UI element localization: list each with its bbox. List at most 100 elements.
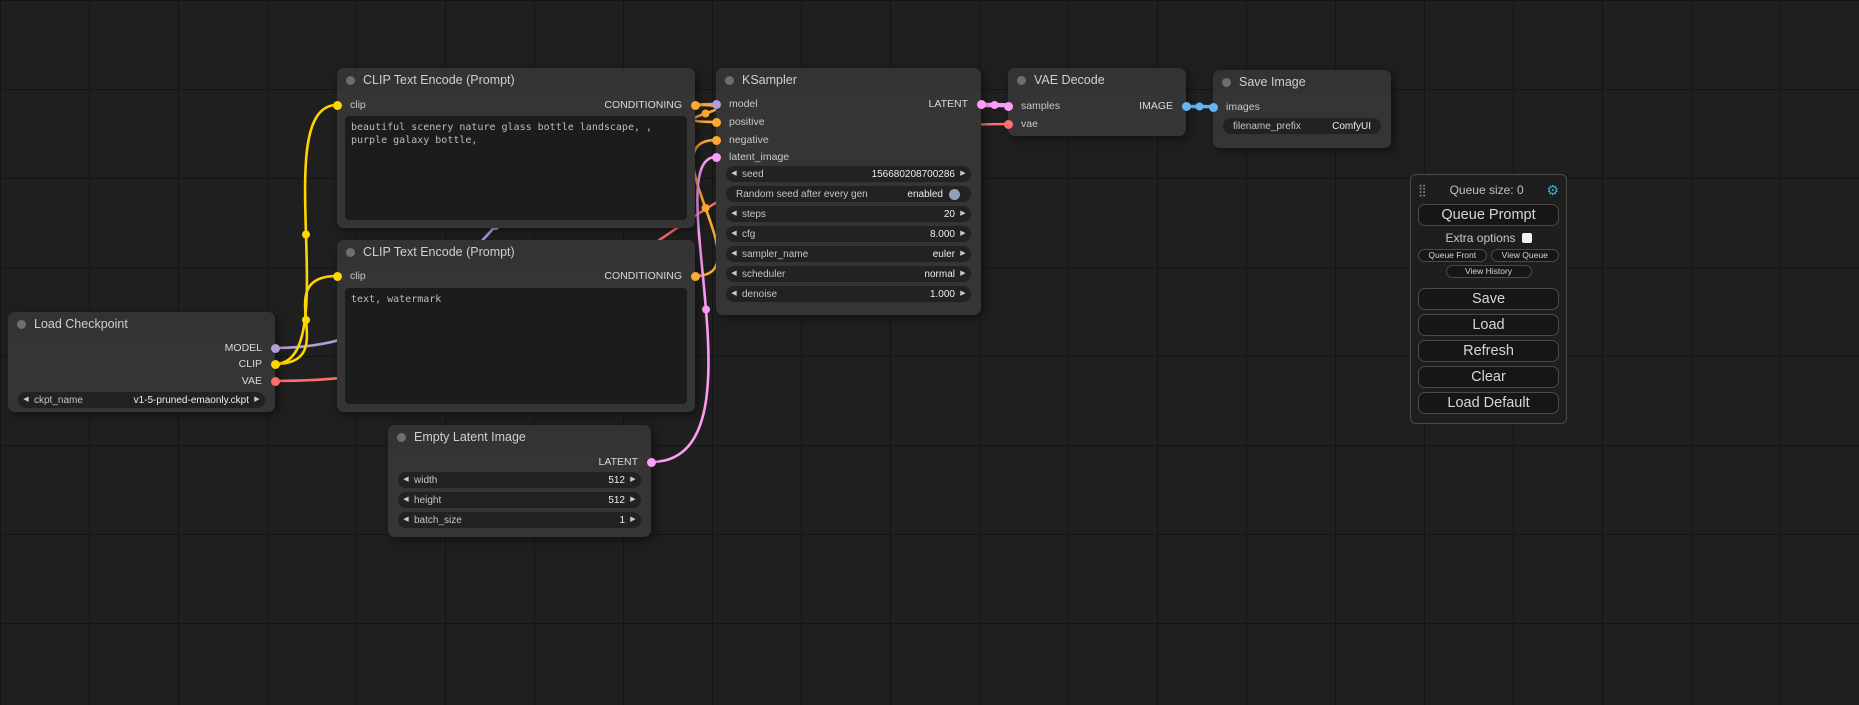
decrement-arrow-icon[interactable]: ◀ — [18, 392, 34, 408]
collapse-dot-icon[interactable] — [397, 433, 406, 442]
gear-icon[interactable]: ⚙ — [1546, 183, 1559, 197]
node-title-bar[interactable]: Save Image — [1213, 70, 1391, 95]
node-title-bar[interactable]: Load Checkpoint — [8, 312, 275, 337]
queue-prompt-button[interactable]: Queue Prompt — [1418, 204, 1559, 226]
latent-port-dot[interactable] — [977, 100, 986, 109]
ckpt-name-widget[interactable]: ◀ ckpt_name v1-5-pruned-emaonly.ckpt ▶ — [18, 392, 265, 408]
refresh-button[interactable]: Refresh — [1418, 340, 1559, 362]
node-graph-canvas[interactable]: Load Checkpoint MODEL CLIP VAE ◀ ckpt_na… — [0, 0, 1859, 705]
increment-arrow-icon[interactable]: ▶ — [249, 392, 265, 408]
increment-arrow-icon[interactable]: ▶ — [955, 166, 971, 182]
scheduler-widget[interactable]: ◀ scheduler normal ▶ — [726, 266, 971, 282]
clip-port-dot[interactable] — [271, 360, 280, 369]
seed-widget[interactable]: ◀ seed 156680208700286 ▶ — [726, 166, 971, 182]
queue-front-button[interactable]: Queue Front — [1418, 249, 1487, 262]
latent-port-dot[interactable] — [712, 153, 721, 162]
conditioning-port-dot[interactable] — [712, 136, 721, 145]
collapse-dot-icon[interactable] — [1017, 76, 1026, 85]
negative-prompt-textarea[interactable]: text, watermark — [345, 288, 687, 404]
increment-arrow-icon[interactable]: ▶ — [955, 226, 971, 242]
positive-prompt-textarea[interactable]: beautiful scenery nature glass bottle la… — [345, 116, 687, 220]
conditioning-port-dot[interactable] — [712, 118, 721, 127]
latent-port-dot[interactable] — [1004, 102, 1013, 111]
decrement-arrow-icon[interactable]: ◀ — [726, 246, 742, 262]
widget-label: width — [414, 475, 437, 486]
node-title: VAE Decode — [1034, 73, 1105, 87]
decrement-arrow-icon[interactable]: ◀ — [726, 226, 742, 242]
load-default-button[interactable]: Load Default — [1418, 392, 1559, 414]
latent-port-dot[interactable] — [647, 458, 656, 467]
increment-arrow-icon[interactable]: ▶ — [625, 492, 641, 508]
increment-arrow-icon[interactable]: ▶ — [625, 512, 641, 528]
vae-port-dot[interactable] — [1004, 120, 1013, 129]
filename-prefix-widget[interactable]: filename_prefix ComfyUI — [1223, 118, 1381, 134]
save-button[interactable]: Save — [1418, 288, 1559, 310]
decrement-arrow-icon[interactable]: ◀ — [726, 266, 742, 282]
sampler-name-widget[interactable]: ◀ sampler_name euler ▶ — [726, 246, 971, 262]
widget-value: 512 — [608, 495, 625, 506]
node-title-bar[interactable]: CLIP Text Encode (Prompt) — [337, 240, 695, 265]
node-vae-decode[interactable]: VAE Decode samples vae IMAGE — [1008, 68, 1186, 136]
node-clip-text-encode-positive[interactable]: CLIP Text Encode (Prompt) clip CONDITION… — [337, 68, 695, 228]
queue-size-label: Queue size: 0 — [1427, 183, 1547, 197]
node-title-bar[interactable]: VAE Decode — [1008, 68, 1186, 93]
image-port-dot[interactable] — [1209, 103, 1218, 112]
decrement-arrow-icon[interactable]: ◀ — [398, 512, 414, 528]
view-history-button[interactable]: View History — [1446, 265, 1532, 278]
increment-arrow-icon[interactable]: ▶ — [955, 286, 971, 302]
random-seed-toggle-widget[interactable]: Random seed after every gen enabled — [726, 186, 971, 202]
collapse-dot-icon[interactable] — [346, 248, 355, 257]
clip-port-dot[interactable] — [333, 101, 342, 110]
node-title-bar[interactable]: Empty Latent Image — [388, 425, 651, 450]
conditioning-port-dot[interactable] — [691, 101, 700, 110]
conditioning-port-dot[interactable] — [691, 272, 700, 281]
clear-button[interactable]: Clear — [1418, 366, 1559, 388]
clip-port-dot[interactable] — [333, 272, 342, 281]
image-port-dot[interactable] — [1182, 102, 1191, 111]
extra-options-checkbox[interactable] — [1522, 233, 1532, 243]
node-title-bar[interactable]: KSampler — [716, 68, 981, 93]
widget-label: filename_prefix — [1233, 121, 1301, 132]
increment-arrow-icon[interactable]: ▶ — [955, 266, 971, 282]
collapse-dot-icon[interactable] — [17, 320, 26, 329]
widget-value: 20 — [944, 209, 955, 220]
workflow-buttons-group: Save Load Refresh Clear Load Default — [1418, 288, 1559, 414]
collapse-dot-icon[interactable] — [1222, 78, 1231, 87]
toggle-dot-icon[interactable] — [949, 189, 960, 200]
width-widget[interactable]: ◀ width 512 ▶ — [398, 472, 641, 488]
increment-arrow-icon[interactable]: ▶ — [625, 472, 641, 488]
view-queue-button[interactable]: View Queue — [1491, 249, 1560, 262]
height-widget[interactable]: ◀ height 512 ▶ — [398, 492, 641, 508]
decrement-arrow-icon[interactable]: ◀ — [726, 286, 742, 302]
vae-port-dot[interactable] — [271, 377, 280, 386]
decrement-arrow-icon[interactable]: ◀ — [398, 472, 414, 488]
collapse-dot-icon[interactable] — [346, 76, 355, 85]
node-load-checkpoint[interactable]: Load Checkpoint MODEL CLIP VAE ◀ ckpt_na… — [8, 312, 275, 412]
decrement-arrow-icon[interactable]: ◀ — [398, 492, 414, 508]
collapse-dot-icon[interactable] — [725, 76, 734, 85]
node-title: Empty Latent Image — [414, 430, 526, 444]
node-title-bar[interactable]: CLIP Text Encode (Prompt) — [337, 68, 695, 93]
denoise-widget[interactable]: ◀ denoise 1.000 ▶ — [726, 286, 971, 302]
port-label: negative — [729, 134, 769, 146]
node-clip-text-encode-negative[interactable]: CLIP Text Encode (Prompt) clip CONDITION… — [337, 240, 695, 412]
widget-value: 156680208700286 — [872, 169, 955, 180]
batch-size-widget[interactable]: ◀ batch_size 1 ▶ — [398, 512, 641, 528]
increment-arrow-icon[interactable]: ▶ — [955, 206, 971, 222]
load-button[interactable]: Load — [1418, 314, 1559, 336]
wire-clip-to-negative-encode — [275, 276, 337, 364]
node-save-image[interactable]: Save Image images filename_prefix ComfyU… — [1213, 70, 1391, 148]
cfg-widget[interactable]: ◀ cfg 8.000 ▶ — [726, 226, 971, 242]
decrement-arrow-icon[interactable]: ◀ — [726, 206, 742, 222]
model-port-dot[interactable] — [712, 100, 721, 109]
port-label: CONDITIONING — [604, 270, 682, 282]
drag-handle-icon[interactable]: ⣿ — [1418, 183, 1427, 197]
input-port-samples: samples — [1008, 99, 1060, 113]
increment-arrow-icon[interactable]: ▶ — [955, 246, 971, 262]
model-port-dot[interactable] — [271, 344, 280, 353]
decrement-arrow-icon[interactable]: ◀ — [726, 166, 742, 182]
steps-widget[interactable]: ◀ steps 20 ▶ — [726, 206, 971, 222]
node-ksampler[interactable]: KSampler model positive negative latent_… — [716, 68, 981, 315]
node-empty-latent-image[interactable]: Empty Latent Image LATENT ◀ width 512 ▶ … — [388, 425, 651, 537]
widget-value: 512 — [608, 475, 625, 486]
